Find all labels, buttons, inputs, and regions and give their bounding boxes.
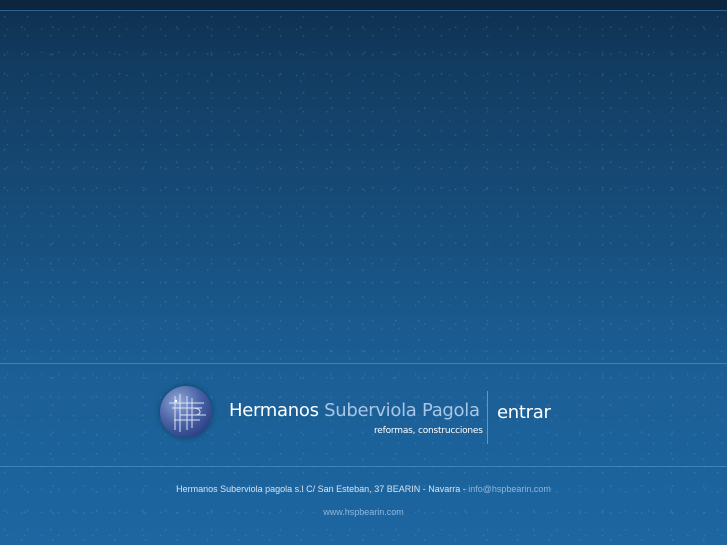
hsp-monogram-icon bbox=[160, 386, 212, 438]
enter-link[interactable]: entrar bbox=[497, 402, 551, 423]
footer-website: www.hspbearin.com bbox=[0, 507, 727, 517]
background-texture bbox=[0, 11, 727, 545]
footer-address-text: Hermanos Suberviola pagola s.l C/ San Es… bbox=[176, 484, 469, 494]
brand-name-accent: Suberviola Pagola bbox=[324, 400, 480, 421]
lower-divider-line bbox=[0, 466, 727, 467]
brand-tagline: reformas, construcciones bbox=[374, 426, 483, 436]
footer-website-link[interactable]: www.hspbearin.com bbox=[323, 507, 404, 517]
footer-email-link[interactable]: info@hspbearin.com bbox=[468, 484, 551, 494]
upper-divider-line bbox=[0, 363, 727, 364]
footer-address: Hermanos Suberviola pagola s.l C/ San Es… bbox=[0, 484, 727, 494]
brand-name: Hermanos Suberviola Pagola bbox=[229, 400, 480, 421]
top-bar bbox=[0, 0, 727, 11]
vertical-divider bbox=[487, 391, 488, 444]
brand-name-first: Hermanos bbox=[229, 400, 319, 421]
